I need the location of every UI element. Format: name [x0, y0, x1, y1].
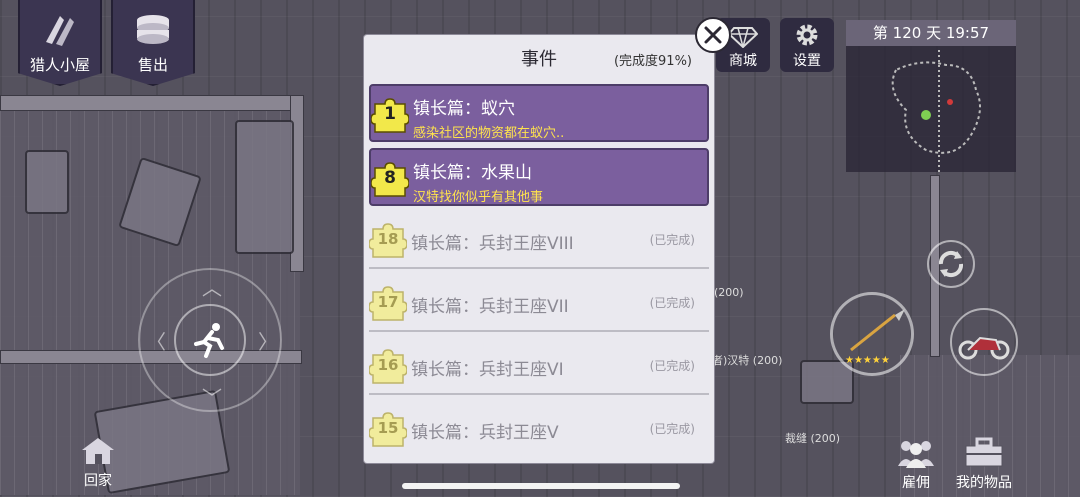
go-home-label: 回家 [84, 473, 112, 489]
diamond-icon [728, 27, 758, 48]
go-home-button[interactable]: 回家 [70, 436, 126, 490]
motorcycle-icon [958, 336, 1010, 360]
bed [235, 120, 294, 254]
my-items-label: 我的物品 [956, 475, 1012, 491]
shop-label: 商城 [729, 53, 757, 69]
arrow-down-icon: ﹀ [202, 386, 222, 410]
hire-button[interactable]: 雇佣 [888, 438, 944, 492]
sell-button[interactable]: 售出 [111, 0, 195, 86]
svg-text:★★★★★: ★★★★★ [845, 355, 890, 366]
running-man-icon [194, 323, 224, 358]
event-item[interactable]: 17 镇长篇：兵封王座VII (已完成) [369, 274, 709, 332]
event-status: (已完成) [649, 233, 695, 247]
event-title: 镇长篇：兵封王座VII [411, 297, 569, 317]
day-time-display: 第 120 天 19:57 [846, 20, 1016, 46]
close-icon [704, 26, 722, 44]
home-indicator[interactable] [402, 483, 680, 489]
sell-label: 售出 [137, 56, 168, 74]
event-item[interactable]: 8 镇长篇：水果山 汉特找你似乎有其他事 [369, 148, 709, 206]
event-status: (已完成) [649, 296, 695, 310]
people-icon [898, 441, 934, 468]
close-events-button[interactable] [695, 17, 731, 53]
event-status: (已完成) [649, 359, 695, 373]
npc-name-tag: 裁缝 (200) [785, 432, 841, 445]
settings-button[interactable]: 设置 [780, 18, 834, 72]
event-badge-number: 16 [377, 356, 399, 374]
event-item[interactable]: 18 镇长篇：兵封王座VIII (已完成) [369, 211, 709, 269]
hunter-hut-label: 猎人小屋 [29, 56, 90, 74]
refresh-icon [938, 250, 964, 278]
npc-name-tag: (200) [714, 286, 744, 299]
house-icon [82, 438, 114, 464]
hunter-hut-icon [46, 16, 74, 46]
event-description: 汉特找你似乎有其他事 [413, 190, 544, 205]
arrow-right-icon: 〉 [258, 330, 278, 354]
hire-label: 雇佣 [902, 475, 930, 491]
event-title: 镇长篇：兵封王座V [411, 423, 559, 443]
npc-name-tag: 者)汉特 (200) [712, 354, 783, 367]
attack-button[interactable]: ★★★★★ [830, 292, 914, 376]
event-badge-number: 8 [384, 168, 396, 188]
swap-weapon-button[interactable] [927, 240, 975, 288]
spear-icon: ★★★★★ [845, 309, 905, 366]
event-badge-number: 15 [377, 419, 399, 437]
movement-joystick[interactable]: ︿ ﹀ 〈 〉 [138, 268, 282, 412]
events-progress: (完成度91%) [613, 54, 692, 69]
event-status: (已完成) [649, 422, 695, 436]
event-badge-number: 17 [377, 293, 399, 311]
wall [0, 95, 302, 111]
hunter-hut-button[interactable]: 猎人小屋 [18, 0, 102, 86]
event-item[interactable]: 1 镇长篇：蚁穴 感染社区的物资都在蚁穴.. [369, 84, 709, 142]
event-title: 镇长篇：兵封王座VIII [411, 234, 574, 254]
coins-icon [137, 15, 169, 44]
toolbox-icon [965, 437, 1003, 467]
event-title: 镇长篇：水果山 [413, 163, 532, 183]
arrow-up-icon: ︿ [202, 276, 222, 300]
event-item[interactable]: 15 镇长篇：兵封王座V (已完成) [369, 400, 709, 458]
events-panel: 事件 (完成度91%) 1 镇长篇：蚁穴 感染社区的物资都在蚁穴.. 8 镇长篇… [364, 35, 714, 463]
event-title: 镇长篇：蚁穴 [413, 99, 515, 119]
arrow-left-icon: 〈 [146, 330, 166, 354]
vehicle-button[interactable] [950, 308, 1018, 376]
event-badge-number: 1 [384, 104, 396, 124]
event-badge-number: 18 [377, 230, 399, 248]
gear-icon [796, 24, 818, 46]
settings-label: 设置 [793, 53, 821, 69]
my-items-button[interactable]: 我的物品 [948, 436, 1020, 492]
event-title: 镇长篇：兵封王座VI [411, 360, 564, 380]
joystick-knob[interactable] [174, 304, 246, 376]
table [25, 150, 69, 214]
event-item[interactable]: 16 镇长篇：兵封王座VI (已完成) [369, 337, 709, 395]
event-description: 感染社区的物资都在蚁穴.. [413, 126, 565, 141]
